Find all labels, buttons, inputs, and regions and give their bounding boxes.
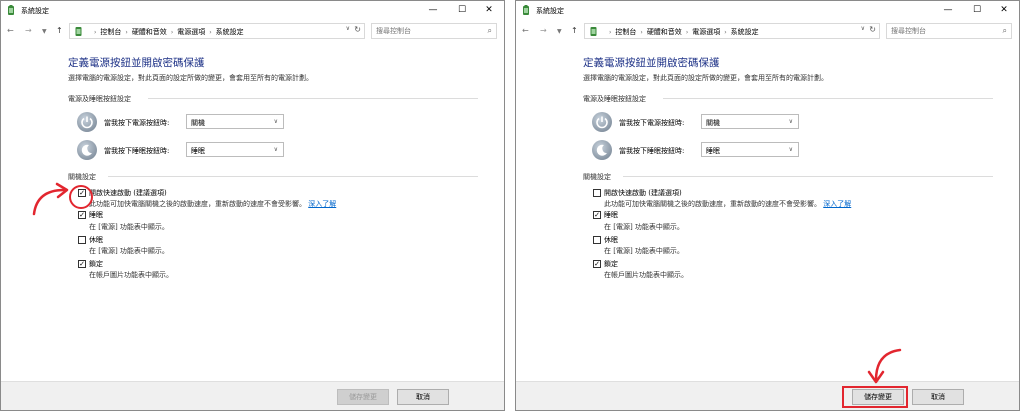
annotation-circle xyxy=(69,185,93,209)
annotation-highlight-box xyxy=(842,386,908,408)
annotation-overlay xyxy=(32,182,902,384)
annotation-arrow-left xyxy=(32,188,66,216)
